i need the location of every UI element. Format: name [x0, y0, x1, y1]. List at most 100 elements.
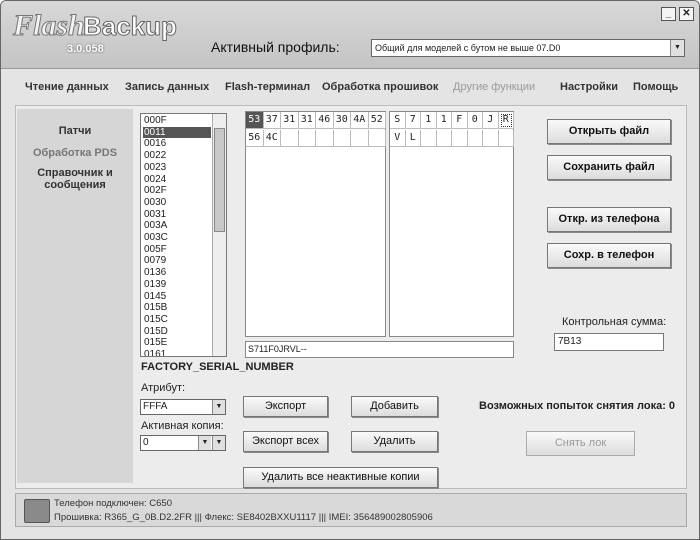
minimize-button[interactable]: _ — [661, 7, 676, 21]
ascii-cell[interactable]: V — [390, 130, 406, 147]
list-item[interactable]: 0011 — [143, 126, 211, 139]
unlock-button[interactable]: Снять лок — [526, 431, 635, 456]
ascii-cell[interactable]: 1 — [421, 112, 437, 129]
ascii-cell[interactable] — [436, 130, 452, 147]
chevron-down-icon[interactable]: ▼ — [212, 436, 225, 450]
hex-cell[interactable] — [316, 130, 334, 147]
list-item[interactable]: 0136 — [143, 267, 211, 279]
active-copy-value: 0 — [143, 437, 149, 448]
add-button[interactable]: Добавить — [351, 396, 438, 417]
ascii-cell[interactable]: 1 — [436, 112, 452, 129]
ascii-cell[interactable] — [452, 130, 468, 147]
ascii-cell[interactable]: 0 — [467, 112, 483, 129]
ascii-cell[interactable]: 7 — [405, 112, 421, 129]
svg-text:Flash: Flash — [12, 9, 85, 42]
hex-cell[interactable]: 4C — [263, 130, 281, 147]
list-item[interactable]: 0030 — [143, 197, 211, 209]
sidebar: Патчи Обработка PDS Справочник и сообщен… — [17, 109, 133, 483]
delete-inactive-copies-button[interactable]: Удалить все неактивные копии — [243, 467, 438, 488]
list-item[interactable]: 003A — [143, 220, 211, 232]
ascii-grid[interactable]: S711F0JR VL — [389, 111, 514, 337]
list-item[interactable]: 0022 — [143, 150, 211, 162]
list-item[interactable]: 015C — [143, 314, 211, 326]
list-item[interactable]: 015B — [143, 302, 211, 314]
save-file-button[interactable]: Сохранить файл — [547, 155, 671, 180]
hex-cell[interactable] — [298, 130, 316, 147]
hex-cell[interactable] — [281, 130, 299, 147]
profile-value: Общий для моделей с бутом не выше 07.D0 — [375, 43, 561, 53]
hex-grid[interactable]: 53 37 31 31 46 30 4A 52 56 4C — [245, 111, 386, 337]
menu-write-data[interactable]: Запись данных — [125, 81, 209, 93]
string-value-field[interactable]: S711F0JRVL-- — [245, 341, 514, 358]
sidebar-item-reference[interactable]: Справочник и сообщения — [17, 167, 133, 191]
ascii-cell[interactable] — [498, 130, 514, 147]
hex-cell[interactable] — [368, 130, 386, 147]
active-copy-label: Активная копия: — [141, 420, 224, 432]
list-item[interactable]: 0016 — [143, 138, 211, 150]
close-button[interactable]: ✕ — [679, 7, 694, 21]
list-item[interactable]: 0023 — [143, 162, 211, 174]
ascii-cell[interactable]: L — [405, 130, 421, 147]
ascii-cell[interactable]: R — [498, 112, 514, 129]
list-item[interactable]: 0145 — [143, 291, 211, 303]
list-item[interactable]: 015D — [143, 326, 211, 338]
profile-select[interactable]: Общий для моделей с бутом не выше 07.D0 … — [371, 39, 685, 57]
list-item[interactable]: 0139 — [143, 279, 211, 291]
chevron-down-icon[interactable]: ▼ — [198, 436, 211, 450]
list-scrollbar[interactable] — [212, 114, 226, 356]
menu-read-data[interactable]: Чтение данных — [25, 81, 109, 93]
attribute-value: FFFA — [143, 401, 168, 412]
hex-cell[interactable]: 31 — [281, 112, 299, 129]
list-item[interactable]: 003C — [143, 232, 211, 244]
hex-cell[interactable]: 30 — [333, 112, 351, 129]
save-to-phone-button[interactable]: Сохр. в телефон — [547, 243, 671, 268]
list-item[interactable]: 005F — [143, 244, 211, 256]
delete-button[interactable]: Удалить — [351, 431, 438, 452]
export-button[interactable]: Экспорт — [243, 396, 328, 417]
ascii-cell[interactable] — [421, 130, 437, 147]
open-file-button[interactable]: Открыть файл — [547, 119, 671, 144]
hex-cell[interactable]: 53 — [246, 112, 264, 129]
list-item[interactable]: 0024 — [143, 174, 211, 186]
chevron-down-icon[interactable]: ▼ — [670, 40, 684, 56]
export-all-button[interactable]: Экспорт всех — [243, 431, 328, 452]
ascii-cell[interactable]: S — [390, 112, 406, 129]
list-item[interactable]: 0161 — [143, 349, 211, 356]
chevron-down-icon[interactable]: ▼ — [212, 400, 225, 414]
hex-cell[interactable]: 46 — [316, 112, 334, 129]
ascii-cell[interactable]: J — [483, 112, 499, 129]
app-logo: Flash Backup — [12, 9, 178, 43]
list-item[interactable]: 000F — [143, 115, 211, 127]
ascii-cell[interactable] — [467, 130, 483, 147]
active-copy-select[interactable]: 0 ▼ ▼ — [140, 435, 226, 451]
menu-firmware-processing[interactable]: Обработка прошивок — [322, 81, 438, 93]
menu-flash-terminal[interactable]: Flash-терминал — [225, 81, 310, 93]
hex-cell[interactable]: 37 — [263, 112, 281, 129]
list-item[interactable]: 0079 — [143, 255, 211, 267]
sidebar-item-pds[interactable]: Обработка PDS — [17, 147, 133, 159]
ascii-cell[interactable] — [483, 130, 499, 147]
hex-cell[interactable]: 52 — [368, 112, 386, 129]
list-item[interactable]: 0031 — [143, 209, 211, 221]
scroll-thumb[interactable] — [214, 128, 225, 232]
app-window: Flash Backup 3.0.058 _ ✕ Активный профил… — [0, 0, 700, 540]
list-item[interactable]: 002F — [143, 185, 211, 197]
menu-other-functions[interactable]: Другие функции — [453, 81, 535, 93]
menu-settings[interactable]: Настройки — [560, 81, 618, 93]
field-list[interactable]: 000F 0011 0016 0022 0023 0024 002F 0030 0031 003A… — [140, 113, 227, 357]
menu-help[interactable]: Помощь — [633, 81, 678, 93]
sidebar-item-patches[interactable]: Патчи — [17, 125, 133, 137]
list-item[interactable]: 015E — [143, 337, 211, 349]
unlock-attempts-text: Возможных попыток снятия лока: 0 — [479, 400, 676, 412]
hex-cell[interactable] — [333, 130, 351, 147]
phone-connected-text: Телефон подключен: C650 — [54, 498, 173, 509]
hex-cell[interactable]: 56 — [246, 130, 264, 147]
ascii-cell[interactable]: F — [452, 112, 468, 129]
hex-cell[interactable] — [351, 130, 369, 147]
hex-cell[interactable]: 31 — [298, 112, 316, 129]
attribute-select[interactable]: FFFA ▼ — [140, 399, 226, 415]
profile-label: Активный профиль: — [211, 39, 340, 55]
checksum-field[interactable]: 7B13 — [554, 333, 664, 351]
hex-cell[interactable]: 4A — [351, 112, 369, 129]
open-from-phone-button[interactable]: Откр. из телефона — [547, 207, 671, 232]
